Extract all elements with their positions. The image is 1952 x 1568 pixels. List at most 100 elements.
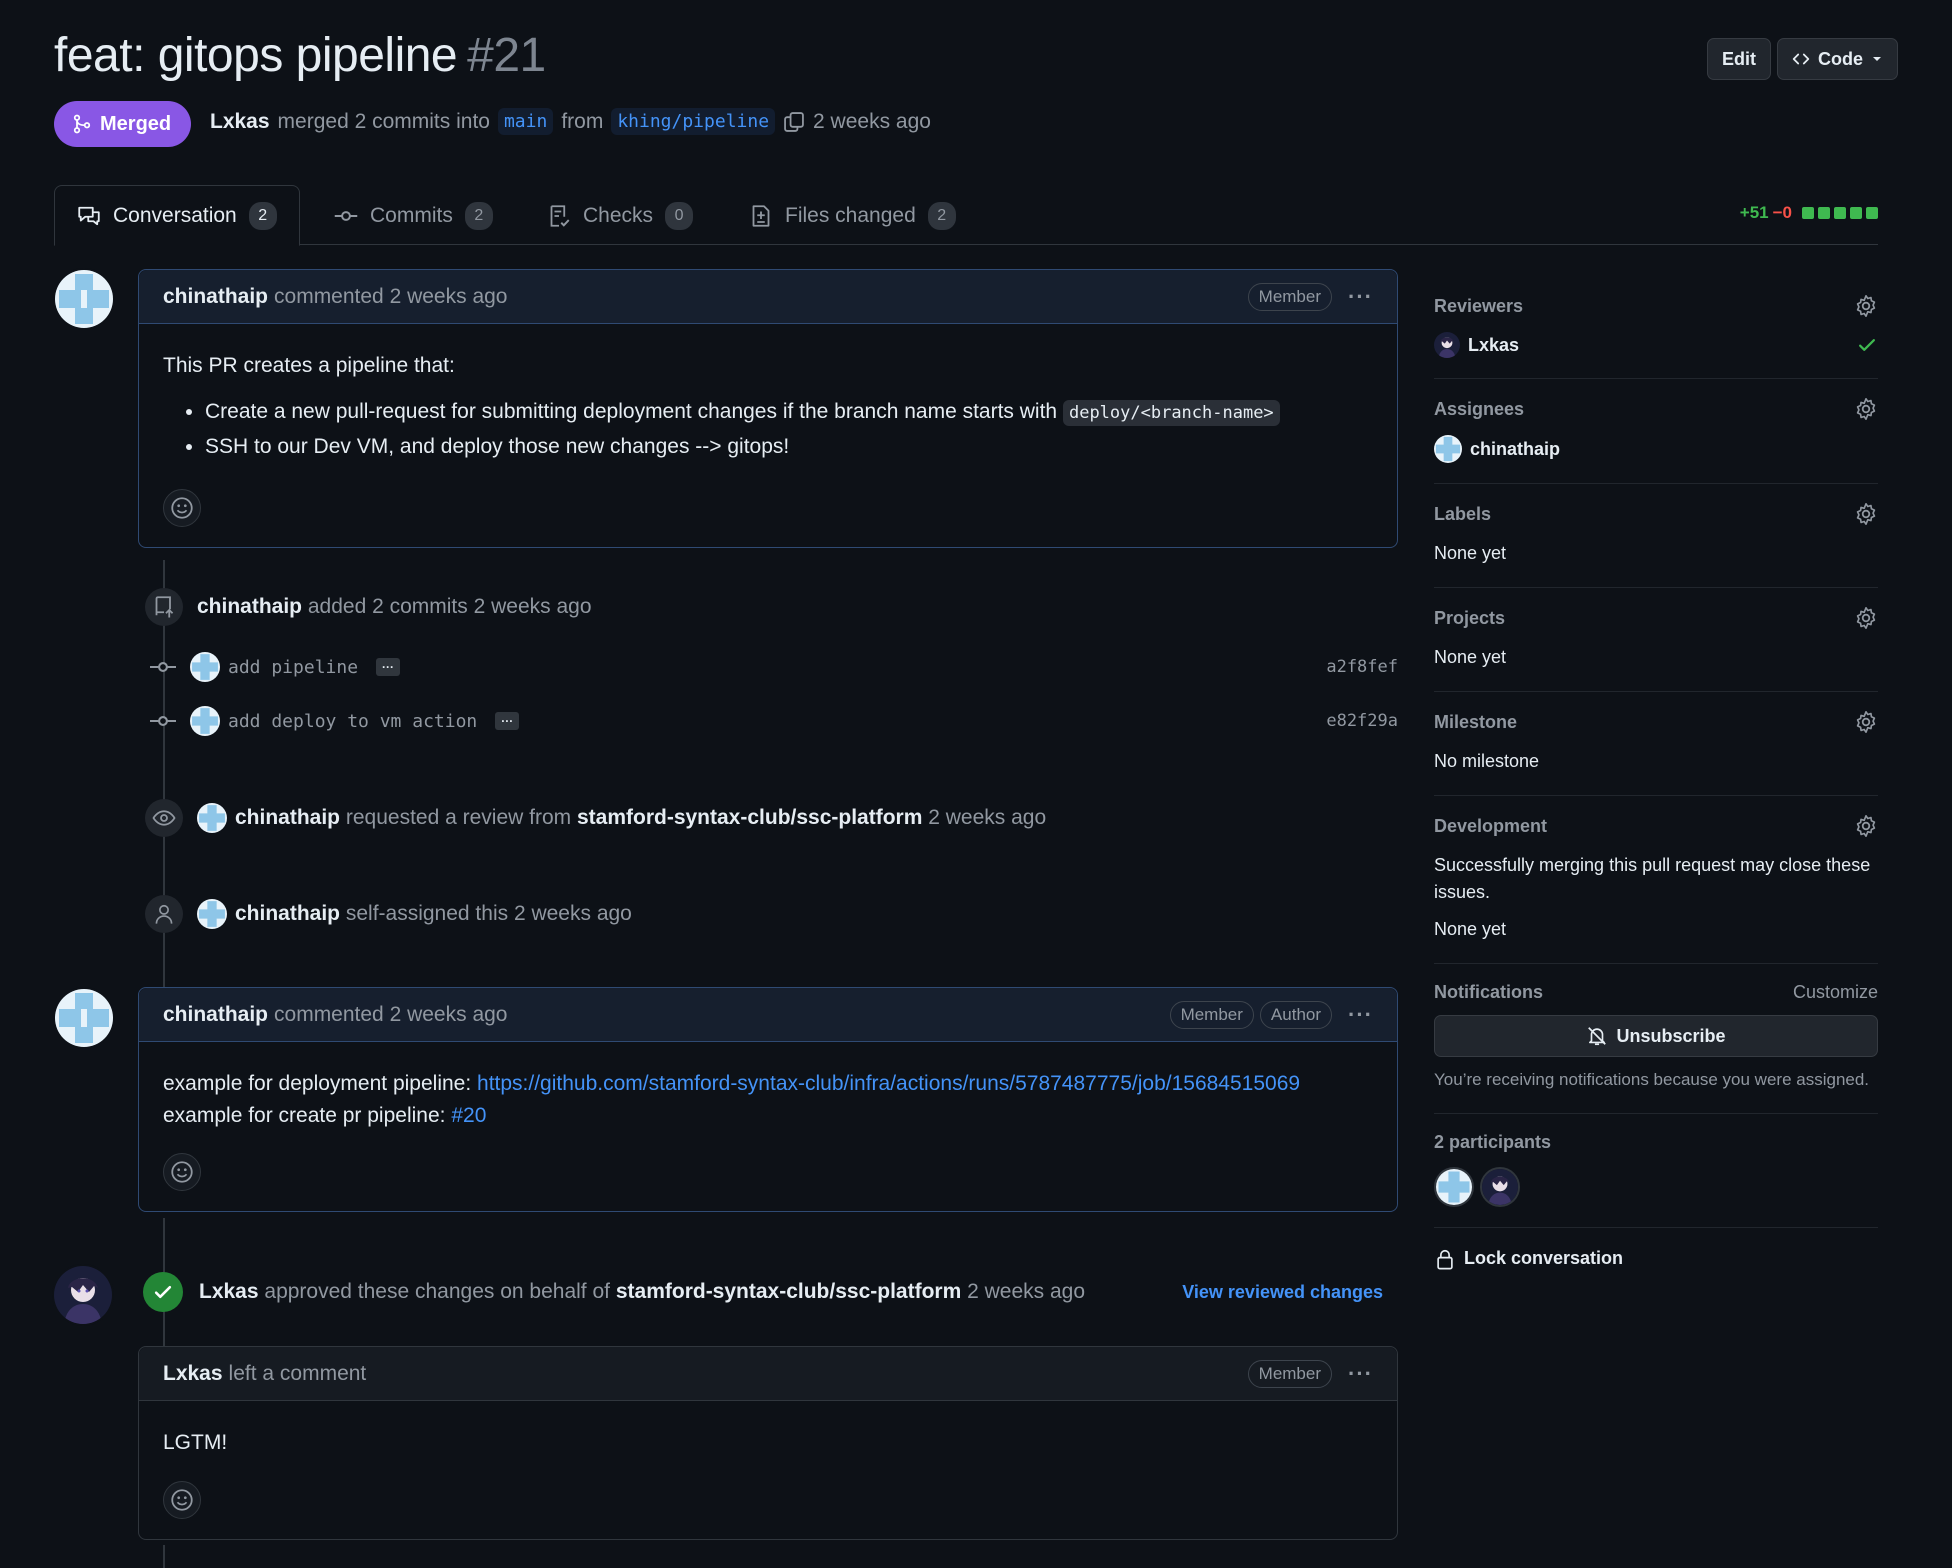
- diffstat-additions: +51: [1739, 203, 1769, 222]
- comment-discussion-icon: [77, 204, 101, 228]
- tab-commits-label: Commits: [370, 203, 453, 227]
- kebab-horizontal-icon[interactable]: ···: [1348, 1361, 1373, 1387]
- participant-avatar[interactable]: [1480, 1166, 1520, 1207]
- avatar[interactable]: [1434, 435, 1462, 463]
- from-text: from: [561, 109, 604, 133]
- tab-files-changed[interactable]: Files changed 2: [749, 185, 956, 246]
- code-icon: [1792, 50, 1810, 68]
- sidebar-section-title: 2 participants: [1434, 1131, 1552, 1152]
- sidebar-value: None yet: [1434, 543, 1507, 563]
- repo-push-icon: [145, 588, 183, 626]
- sidebar-projects: Projects None yet: [1434, 588, 1878, 692]
- gear-icon[interactable]: [1854, 814, 1878, 838]
- avatar[interactable]: [190, 652, 220, 682]
- commit-message[interactable]: add deploy to vm action: [228, 711, 477, 732]
- comment-author[interactable]: Lxkas: [163, 1362, 223, 1386]
- base-branch[interactable]: main: [497, 108, 554, 135]
- file-diff-icon: [749, 204, 773, 228]
- participant-avatar[interactable]: [1434, 1166, 1474, 1207]
- event-time: 2 weeks ago: [928, 806, 1047, 829]
- code-button[interactable]: Code: [1777, 38, 1898, 80]
- merge-summary: Lxkas merged 2 commits into main from kh…: [210, 108, 931, 135]
- smiley-icon: [170, 496, 194, 520]
- avatar[interactable]: [197, 899, 227, 929]
- lock-conversation-button[interactable]: Lock conversation: [1434, 1248, 1878, 1270]
- add-reaction-button[interactable]: [163, 488, 201, 527]
- diffstat: +51 −0: [1740, 203, 1878, 223]
- gear-icon[interactable]: [1854, 502, 1878, 526]
- comment-meta: commented 2 weeks ago: [274, 284, 508, 308]
- avatar[interactable]: [190, 706, 220, 736]
- merged-status-badge: Merged: [54, 101, 192, 147]
- sidebar-labels: Labels None yet: [1434, 484, 1878, 588]
- expand-commit-button[interactable]: ···: [495, 712, 520, 730]
- review-request-event: chinathaip requested a review from stamf…: [145, 799, 1046, 837]
- commit-sha[interactable]: e82f29a: [1326, 711, 1398, 731]
- tab-checks[interactable]: Checks 0: [547, 185, 694, 246]
- comment-line-label: example for create pr pipeline:: [163, 1103, 446, 1127]
- event-text: self-assigned this 2 weeks ago: [345, 902, 632, 925]
- merge-author-link[interactable]: Lxkas: [210, 110, 270, 134]
- comment-author[interactable]: chinathaip: [163, 1003, 268, 1027]
- gear-icon[interactable]: [1854, 606, 1878, 630]
- comment-meta: left a comment: [228, 1361, 367, 1385]
- avatar[interactable]: [53, 268, 115, 330]
- expand-commit-button[interactable]: ···: [376, 658, 401, 676]
- edit-button[interactable]: Edit: [1707, 38, 1771, 80]
- diffstat-block: [1834, 207, 1846, 219]
- diffstat-block: [1818, 207, 1830, 219]
- customize-link[interactable]: Customize: [1793, 982, 1878, 1003]
- team-link[interactable]: stamford-syntax-club/ssc-platform: [616, 1280, 961, 1304]
- avatar[interactable]: [1434, 332, 1460, 358]
- code-button-label: Code: [1818, 48, 1863, 69]
- event-author[interactable]: chinathaip: [235, 902, 340, 926]
- commit-message[interactable]: add pipeline: [228, 657, 358, 678]
- kebab-horizontal-icon[interactable]: ···: [1348, 1002, 1373, 1028]
- gear-icon[interactable]: [1854, 397, 1878, 421]
- event-text: requested a review from: [345, 806, 572, 829]
- tab-commits-count: 2: [464, 201, 493, 230]
- sidebar-section-title: Milestone: [1434, 711, 1518, 732]
- view-reviewed-changes-link[interactable]: View reviewed changes: [1182, 1282, 1383, 1303]
- sidebar-section-title: Assignees: [1434, 398, 1525, 419]
- caret-down-icon: [1871, 53, 1883, 65]
- kebab-horizontal-icon[interactable]: ···: [1348, 284, 1373, 310]
- lock-conversation-label: Lock conversation: [1464, 1248, 1624, 1268]
- avatar[interactable]: [52, 1264, 114, 1326]
- pr-reference-link[interactable]: #20: [451, 1104, 486, 1127]
- gear-icon[interactable]: [1854, 710, 1878, 734]
- sidebar-notifications: Notifications Customize Unsubscribe You’r…: [1434, 964, 1878, 1114]
- commit-row: add deploy to vm action ··· e82f29a: [150, 706, 1398, 736]
- add-reaction-button[interactable]: [163, 1480, 201, 1519]
- unsubscribe-button[interactable]: Unsubscribe: [1434, 1015, 1878, 1057]
- tab-conversation[interactable]: Conversation 2: [54, 185, 300, 246]
- commit-sha[interactable]: a2f8fef: [1326, 657, 1398, 677]
- event-author[interactable]: chinathaip: [197, 595, 302, 619]
- event-author[interactable]: chinathaip: [235, 806, 340, 830]
- avatar[interactable]: [197, 803, 227, 833]
- avatar[interactable]: [53, 987, 115, 1049]
- commit-icon: [150, 654, 176, 680]
- sidebar-milestone: Milestone No milestone: [1434, 692, 1878, 796]
- copy-icon[interactable]: [783, 111, 805, 133]
- diffstat-block: [1850, 207, 1862, 219]
- bullet-text: Create a new pull-request for submitting…: [205, 399, 1058, 423]
- checklist-icon: [547, 204, 571, 228]
- team-link[interactable]: stamford-syntax-club/ssc-platform: [577, 806, 922, 830]
- actions-run-link[interactable]: https://github.com/stamford-syntax-club/…: [477, 1072, 1300, 1095]
- pr-title-text: feat: gitops pipeline: [54, 29, 458, 82]
- tab-conversation-count: 2: [248, 201, 277, 230]
- tab-files-changed-count: 2: [927, 201, 956, 230]
- comment-body: example for deployment pipeline: https:/…: [139, 1042, 1397, 1211]
- event-author[interactable]: Lxkas: [199, 1280, 259, 1304]
- comment-body: This PR creates a pipeline that: Create …: [139, 324, 1397, 547]
- person-icon: [145, 895, 183, 933]
- timeline-line: [163, 1545, 165, 1568]
- tab-commits[interactable]: Commits 2: [334, 185, 493, 246]
- reviewer-name[interactable]: Lxkas: [1468, 335, 1519, 356]
- assignee-name[interactable]: chinathaip: [1470, 439, 1560, 460]
- gear-icon[interactable]: [1854, 294, 1878, 318]
- head-branch[interactable]: khing/pipeline: [611, 108, 776, 135]
- comment-author[interactable]: chinathaip: [163, 285, 268, 309]
- add-reaction-button[interactable]: [163, 1153, 201, 1191]
